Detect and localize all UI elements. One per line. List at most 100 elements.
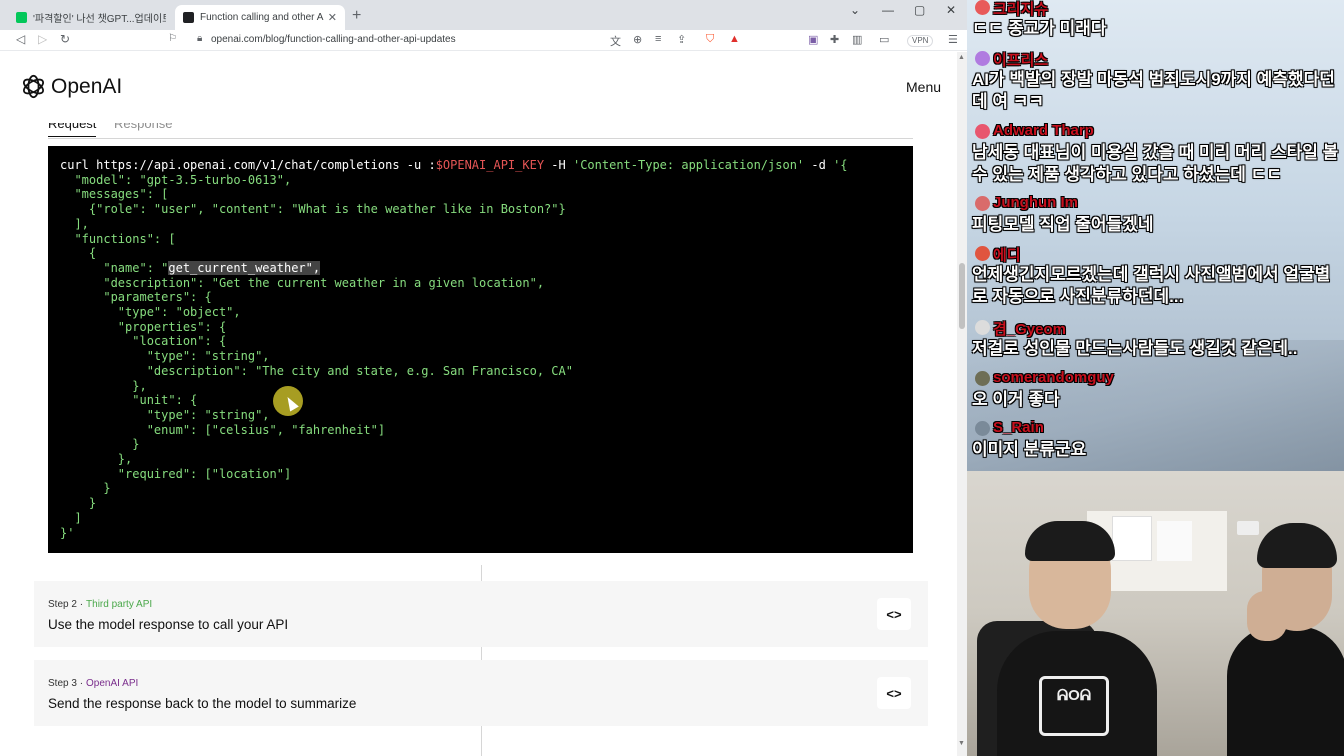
code-cmd: curl https://api.openai.com/v1/chat/comp… — [60, 158, 436, 172]
lock-icon: 🔒︎ — [197, 33, 203, 44]
step-title: Send the response back to the model to s… — [48, 696, 357, 711]
code-line: } — [60, 437, 140, 452]
chat-text: 저걸로 성인물 만드는사람들도 생길것 같은데.. — [972, 339, 1298, 358]
forward-icon[interactable]: ▷ — [38, 32, 47, 46]
code-line: "type": "string", — [60, 349, 270, 364]
step-card[interactable]: Step 3 · OpenAI API Send the response bac… — [34, 660, 928, 726]
code-body-open: '{ — [833, 158, 848, 172]
step-number: Step 2 · — [48, 599, 84, 610]
back-icon[interactable]: ◁ — [16, 32, 25, 46]
code-line: {"role": "user", "content": "What is the… — [60, 202, 566, 217]
tab-news[interactable]: '파격할인' 나선 챗GPT...업데이트 내용 — [8, 5, 174, 30]
code-line: "description": "The city and state, e.g.… — [60, 363, 573, 378]
step-api-badge: Third party API — [86, 599, 153, 610]
user-badge-icon — [975, 421, 990, 436]
code-env-var: $OPENAI_API_KEY — [435, 158, 545, 172]
reload-icon[interactable]: ↻ — [60, 32, 70, 46]
guest-body — [1227, 626, 1344, 756]
site-header: OpenAI Menu — [0, 52, 957, 123]
scrollbar[interactable] — [957, 52, 967, 756]
share-icon[interactable]: ⇪ — [677, 33, 686, 46]
guest-hand — [1247, 591, 1287, 641]
code-line: "type": "object", — [60, 305, 241, 320]
vpn-button[interactable]: VPN — [907, 35, 934, 47]
brave-shield-icon[interactable]: ⛉ — [706, 33, 714, 46]
code-line: "unit": { — [60, 393, 198, 408]
code-line: "model": "gpt-3.5-turbo-0613", — [60, 172, 292, 187]
code-line: }' — [60, 525, 75, 540]
chat-username: Adward Tharp — [993, 122, 1094, 139]
extension-m-icon[interactable]: ▣ — [808, 33, 818, 46]
openai-logo-icon — [23, 74, 44, 99]
sidebar-icon[interactable]: ▥ — [852, 33, 862, 46]
code-data-flag: -d — [804, 158, 834, 172]
code-line: } — [60, 496, 97, 511]
openai-logo[interactable]: OpenAI — [20, 73, 122, 100]
code-name-prefix: "name": " — [60, 260, 169, 275]
code-line: "messages": [ — [60, 187, 169, 202]
curl-code: curl https://api.openai.com/v1/chat/comp… — [60, 158, 848, 540]
blog-page: OpenAI Menu Request Response curl https:… — [0, 52, 957, 756]
zoom-icon[interactable]: ⊕ — [633, 33, 642, 46]
chat-username: 겸_Gyeom — [993, 321, 1066, 338]
step-number: Step 3 · — [48, 678, 84, 689]
user-badge-icon — [975, 0, 990, 15]
address-bar[interactable]: openai.com/blog/function-calling-and-oth… — [211, 34, 456, 45]
show-code-button[interactable]: <> — [877, 677, 911, 709]
menu-button[interactable]: Menu — [906, 79, 941, 95]
browser-window: '파격할인' 나선 챗GPT...업데이트 내용 Function callin… — [0, 0, 967, 756]
code-line: "enum": ["celsius", "fahrenheit"] — [60, 422, 386, 437]
code-line: } — [60, 481, 111, 496]
step-label: Step 2 · Third party API — [48, 599, 152, 610]
maximize-icon[interactable]: ▢ — [914, 3, 925, 17]
wallet-icon[interactable]: ▭ — [879, 33, 889, 46]
code-line: }, — [60, 452, 133, 467]
user-badge-icon — [975, 320, 990, 335]
chat-text: 남세동 대표님이 미용실 갔을 때 미리 머리 스타일 볼 수 있는 제품 생각… — [972, 143, 1339, 184]
step-label: Step 3 · OpenAI API — [48, 678, 138, 689]
openai-favicon-icon — [183, 12, 194, 23]
tab-search-icon[interactable]: ⌄ — [850, 3, 860, 17]
browser-menu-icon[interactable]: ☰ — [948, 33, 958, 46]
step-card[interactable]: Step 2 · Third party API Use the model re… — [34, 581, 928, 647]
show-code-button[interactable]: <> — [877, 598, 911, 630]
user-badge-icon — [975, 246, 990, 261]
code-line: "required": ["location"] — [60, 466, 292, 481]
tab-bar: '파격할인' 나선 챗GPT...업데이트 내용 Function callin… — [0, 0, 967, 30]
tab-openai-blog[interactable]: Function calling and other API u ✕ — [175, 5, 345, 30]
close-tab-icon[interactable]: ✕ — [328, 11, 337, 24]
guest-hair — [1257, 523, 1337, 568]
chat-username: S_Rain — [993, 419, 1044, 436]
bookmark-icon[interactable]: ⚐ — [168, 33, 177, 44]
code-block: curl https://api.openai.com/v1/chat/comp… — [48, 146, 913, 553]
tab-title: '파격할인' 나선 챗GPT...업데이트 내용 — [33, 14, 166, 25]
logo-text: OpenAI — [51, 74, 123, 98]
new-tab-icon[interactable]: + — [352, 7, 361, 25]
scrollbar-thumb[interactable] — [959, 263, 965, 329]
close-window-icon[interactable]: ✕ — [946, 3, 956, 17]
translate-icon[interactable]: 文 — [610, 33, 621, 49]
reader-icon[interactable]: ≡ — [655, 33, 661, 45]
code-line: }, — [60, 378, 147, 393]
scroll-down-icon[interactable]: ▼ — [958, 740, 965, 747]
chat-text: 오 이거 좋다 — [972, 390, 1060, 409]
step-api-badge: OpenAI API — [86, 678, 139, 689]
brave-rewards-icon[interactable]: ▲ — [729, 33, 740, 45]
code-line: { — [60, 246, 97, 261]
scroll-up-icon[interactable]: ▲ — [958, 54, 965, 61]
chat-username: 이프리스 — [993, 52, 1049, 69]
chat-username: 에디 — [993, 247, 1021, 264]
minimize-icon[interactable]: — — [882, 3, 894, 17]
user-badge-icon — [975, 124, 990, 139]
step-connector — [481, 565, 482, 581]
code-line: "description": "Get the current weather … — [60, 275, 545, 290]
extensions-icon[interactable]: ✚ — [830, 33, 839, 46]
code-header-value: 'Content-Type: application/json' — [572, 158, 805, 172]
code-line: "type": "string", — [60, 407, 270, 422]
step-connector — [481, 726, 482, 756]
code-line: "properties": { — [60, 319, 227, 334]
browser-toolbar: ◁ ▷ ↻ ⚐ 🔒︎ openai.com/blog/function-call… — [0, 30, 967, 51]
chat-username: 크리지슈 — [993, 1, 1049, 18]
webcam-feed: ᕱOᕱ — [967, 471, 1344, 756]
shirt-logo: ᕱOᕱ — [1039, 676, 1109, 736]
